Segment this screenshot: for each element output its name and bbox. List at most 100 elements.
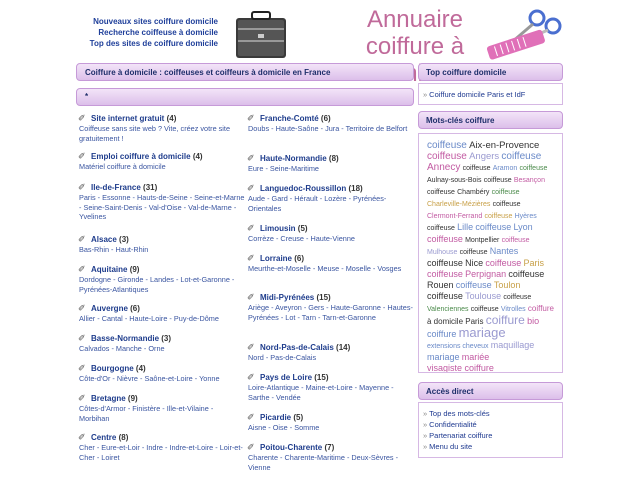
category-link[interactable]: Poitou-Charente (7) <box>248 443 414 453</box>
link-recherche[interactable]: Recherche coiffeuse à domicile <box>80 27 218 38</box>
keyword-tag[interactable]: Mulhouse <box>427 249 457 256</box>
category-count: (6) <box>320 114 331 123</box>
keyword-tag[interactable]: Nantes <box>490 246 519 256</box>
keyword-tag[interactable]: Clermont-Ferrand <box>427 213 482 220</box>
keyword-tag[interactable]: coiffeuse <box>519 165 547 172</box>
category-link[interactable]: Picardie (5) <box>248 413 414 423</box>
keyword-tag[interactable]: Aix-en-Provence <box>469 140 539 151</box>
category-link[interactable]: Centre (8) <box>79 433 245 443</box>
access-link-partenariat[interactable]: » Partenariat coiffure <box>423 430 558 441</box>
keyword-tag[interactable]: coiffeuse <box>508 269 544 279</box>
keyword-tag[interactable]: coiffeuse <box>501 151 541 162</box>
category-entry: ✐ Basse-Normandie (3) Calvados - Manche … <box>78 333 245 364</box>
category-link[interactable]: Pays de Loire (15) <box>248 373 414 383</box>
category-subtitle: Allier - Cantal - Haute-Loire - Puy-de-D… <box>79 314 219 323</box>
keyword-tag[interactable]: coiffure <box>528 304 554 313</box>
pin-icon: ✐ <box>78 432 86 442</box>
category-link[interactable]: Basse-Normandie (3) <box>79 334 245 344</box>
keyword-tag[interactable]: mariée <box>462 352 490 362</box>
keyword-tag[interactable]: Vitrolles <box>501 306 526 313</box>
category-title: Midi-Pyrénées <box>260 293 315 302</box>
keyword-tag[interactable]: Toulouse <box>465 291 501 301</box>
category-link[interactable]: Alsace (3) <box>79 235 245 245</box>
keyword-tag[interactable]: coiffure <box>427 329 456 339</box>
category-link[interactable]: Languedoc-Roussillon (18) <box>248 184 414 194</box>
category-link[interactable]: Haute-Normandie (8) <box>248 154 414 164</box>
keyword-tag[interactable]: Besançon <box>514 177 545 184</box>
keyword-tag[interactable]: coiffeuse <box>493 201 521 208</box>
keyword-tag[interactable]: Hyères <box>515 213 537 220</box>
keyword-tag[interactable]: coiffeuse <box>503 294 531 301</box>
keyword-tag[interactable]: Toulon <box>494 280 521 290</box>
category-link[interactable]: Emploi coiffure à domicile (4) <box>79 152 245 162</box>
keyword-tag[interactable]: Chambéry <box>457 189 489 196</box>
category-link[interactable]: Lorraine (6) <box>248 254 414 264</box>
keyword-tag[interactable]: Valenciennes <box>427 306 469 313</box>
category-count: (7) <box>324 443 335 452</box>
category-link[interactable]: Bretagne (9) <box>79 394 245 404</box>
keyword-tag[interactable]: Lyon <box>513 222 532 232</box>
category-link[interactable]: Bourgogne (4) <box>79 364 245 374</box>
double-arrow-icon: » <box>423 442 428 451</box>
category-entry: ✐ Languedoc-Roussillon (18) Aude - Gard … <box>247 183 414 224</box>
keyword-tag[interactable]: coiffeuse <box>427 189 455 196</box>
pin-icon: ✐ <box>247 372 255 382</box>
category-subtitle: Doubs - Haute-Saône - Jura - Territoire … <box>248 124 408 133</box>
keyword-tag[interactable]: Annecy <box>427 162 460 173</box>
category-link[interactable]: Franche-Comté (6) <box>248 114 414 124</box>
keyword-tag[interactable]: coiffeuse <box>427 269 463 279</box>
keyword-tag[interactable]: extensions cheveux <box>427 343 488 350</box>
category-link[interactable]: Site internet gratuit (4) <box>79 114 245 124</box>
category-entry: ✐ Centre (8) Cher - Eure-et-Loir - Indre… <box>78 432 245 462</box>
keyword-tag[interactable]: maquillage <box>491 340 535 350</box>
category-link[interactable]: Aquitaine (9) <box>79 265 245 275</box>
keyword-tag[interactable]: coiffeuse <box>475 222 511 232</box>
keyword-tag[interactable]: mariage <box>427 352 460 362</box>
access-link-menu[interactable]: » Menu du site <box>423 441 558 452</box>
category-subtitle: Loire-Atlantique - Maine-et-Loire - Maye… <box>248 383 394 402</box>
access-link-top-mots-cles[interactable]: » Top des mots-clés <box>423 408 558 419</box>
category-count: (9) <box>127 394 138 403</box>
keyword-tag[interactable]: coiffeuse <box>485 258 521 268</box>
access-links-box: » Top des mots-clés » Confidentialité » Par… <box>418 402 563 458</box>
category-entry: ✐ Bourgogne (4) Côte-d'Or - Nièvre - Saô… <box>78 363 245 394</box>
keyword-tag[interactable]: coiffeuse <box>427 140 467 151</box>
category-link[interactable]: Nord-Pas-de-Calais (14) <box>248 343 414 353</box>
keyword-tag[interactable]: coiffeuse <box>502 237 530 244</box>
keyword-tag[interactable]: Aulnay-sous-Bois <box>427 177 481 184</box>
category-link[interactable]: Auvergne (6) <box>79 304 245 314</box>
keyword-tag[interactable]: mariage <box>459 325 506 340</box>
keyword-tag[interactable]: Lille <box>457 222 473 232</box>
keyword-tag[interactable]: coiffeuse <box>492 189 520 196</box>
keyword-tag[interactable]: coiffeuse <box>484 213 512 220</box>
keyword-tag[interactable]: Angers <box>469 151 499 162</box>
keyword-tag[interactable]: Charleville-Mézières <box>427 201 490 208</box>
link-top-sites[interactable]: Top des sites de coiffure domicile <box>80 38 218 49</box>
pin-icon: ✐ <box>78 303 86 313</box>
category-link[interactable]: Midi-Pyrénées (15) <box>248 293 414 303</box>
keyword-tag[interactable]: coiffeuse <box>427 225 455 232</box>
keyword-tag[interactable]: visagiste coiffure <box>427 363 494 372</box>
keyword-tag[interactable]: coiffeuse <box>471 306 499 313</box>
keyword-tag[interactable]: coiffeuse <box>427 291 463 301</box>
keyword-tag[interactable]: coiffeuse <box>484 177 512 184</box>
keyword-tag[interactable]: coiffeuse <box>427 234 463 244</box>
keyword-tag[interactable]: Perpignan <box>465 269 506 279</box>
category-entry: ✐ Midi-Pyrénées (15) Ariège - Aveyron - … <box>247 292 414 343</box>
top-coiffure-link[interactable]: » Coiffure domicile Paris et IdF <box>423 89 558 100</box>
keyword-tag[interactable]: coiffeuse <box>427 151 467 162</box>
category-link[interactable]: Ile-de-France (31) <box>79 183 245 193</box>
keyword-tag[interactable]: coiffeuse <box>460 249 488 256</box>
keyword-tag[interactable]: coiffeuse <box>456 280 492 290</box>
keyword-tag[interactable]: Nice <box>465 258 483 268</box>
keyword-tag[interactable]: coiffeuse <box>427 258 463 268</box>
keyword-tag[interactable]: Montpellier <box>465 237 499 244</box>
link-nouveaux-sites[interactable]: Nouveaux sites coiffure domicile <box>80 16 218 27</box>
category-link[interactable]: Limousin (5) <box>248 224 414 234</box>
keyword-tag[interactable]: Rouen <box>427 280 454 290</box>
keyword-tag[interactable]: Paris <box>523 258 544 268</box>
keyword-tag[interactable]: coiffeuse <box>463 165 491 172</box>
access-link-confidentialite[interactable]: » Confidentialité <box>423 419 558 430</box>
keyword-tag[interactable]: Aramon <box>493 165 518 172</box>
keyword-tag[interactable]: bio <box>527 316 539 326</box>
